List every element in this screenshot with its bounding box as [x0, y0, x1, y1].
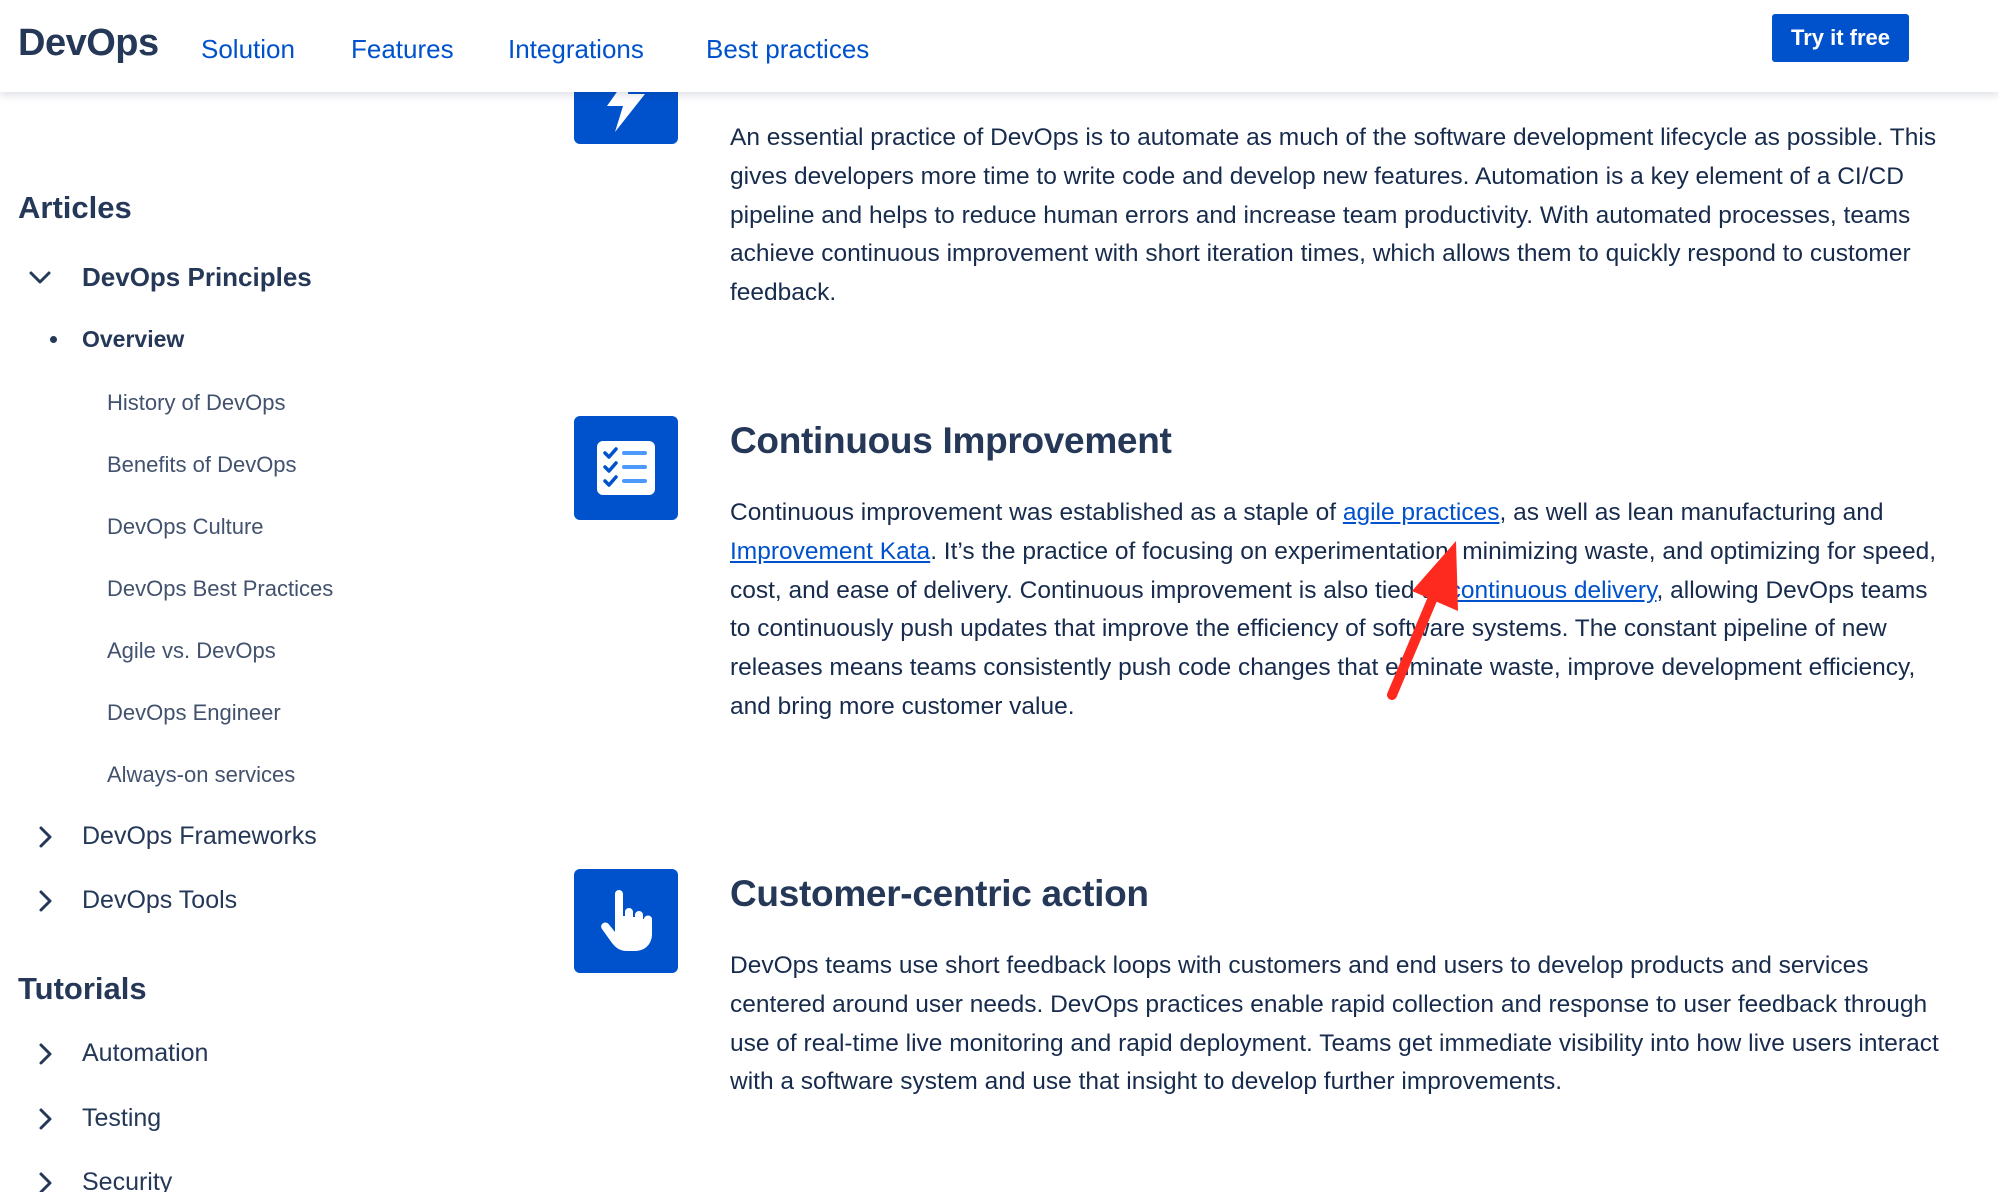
chevron-down-icon[interactable]: [28, 266, 52, 290]
customer-paragraph: DevOps teams use short feedback loops wi…: [730, 952, 1939, 1096]
improvement-kata-link[interactable]: Improvement Kata: [730, 538, 930, 565]
nav-solution[interactable]: Solution: [201, 34, 295, 65]
sidebar-item-devops-principles[interactable]: DevOps Principles: [82, 262, 312, 293]
customer-section-icon: [574, 869, 678, 973]
sidebar-item-testing[interactable]: Testing: [82, 1104, 161, 1133]
sidebar-item-always-on[interactable]: Always-on services: [107, 762, 295, 788]
sidebar-item-best-practices[interactable]: DevOps Best Practices: [107, 576, 333, 602]
improvement-text-2: , as well as lean manufacturing and: [1499, 499, 1884, 526]
devops-logo[interactable]: DevOps: [18, 22, 159, 65]
improvement-title: Continuous Improvement: [730, 420, 1172, 461]
tutorials-heading: Tutorials: [18, 971, 147, 1006]
chevron-right-icon[interactable]: [36, 826, 54, 848]
try-it-free-button[interactable]: Try it free: [1772, 14, 1909, 62]
customer-title: Customer-centric action: [730, 873, 1149, 914]
chevron-right-icon[interactable]: [36, 1108, 54, 1130]
continuous-delivery-link[interactable]: continuous delivery: [1449, 577, 1657, 604]
nav-features[interactable]: Features: [351, 34, 454, 65]
improvement-section-icon: [574, 416, 678, 520]
nav-integrations[interactable]: Integrations: [508, 34, 644, 65]
pointing-hand-icon: [601, 890, 652, 951]
sidebar-item-tools[interactable]: DevOps Tools: [82, 886, 237, 915]
nav-best-practices[interactable]: Best practices: [706, 34, 869, 65]
sidebar-item-overview[interactable]: Overview: [82, 326, 184, 353]
current-item-dot: [50, 336, 57, 343]
checklist-icon: [597, 441, 655, 495]
sidebar-item-automation[interactable]: Automation: [82, 1039, 208, 1068]
improvement-text-1: Continuous improvement was established a…: [730, 499, 1343, 526]
agile-practices-link[interactable]: agile practices: [1343, 499, 1500, 526]
articles-heading: Articles: [18, 190, 132, 225]
improvement-paragraph: Continuous improvement was established a…: [730, 494, 1940, 727]
sidebar-item-frameworks[interactable]: DevOps Frameworks: [82, 822, 317, 851]
chevron-right-icon[interactable]: [36, 890, 54, 912]
chevron-right-icon[interactable]: [36, 1043, 54, 1065]
sidebar-item-culture[interactable]: DevOps Culture: [107, 514, 264, 540]
sidebar-item-devops-engineer[interactable]: DevOps Engineer: [107, 700, 281, 726]
sidebar-item-history[interactable]: History of DevOps: [107, 390, 286, 416]
top-navigation-bar: DevOps Solution Features Integrations Be…: [0, 0, 1999, 92]
automation-paragraph: An essential practice of DevOps is to au…: [730, 124, 1937, 307]
sidebar-item-benefits[interactable]: Benefits of DevOps: [107, 452, 297, 478]
sidebar-item-agile-vs-devops[interactable]: Agile vs. DevOps: [107, 638, 276, 664]
sidebar-item-security[interactable]: Security: [82, 1168, 172, 1192]
chevron-right-icon[interactable]: [36, 1172, 54, 1192]
